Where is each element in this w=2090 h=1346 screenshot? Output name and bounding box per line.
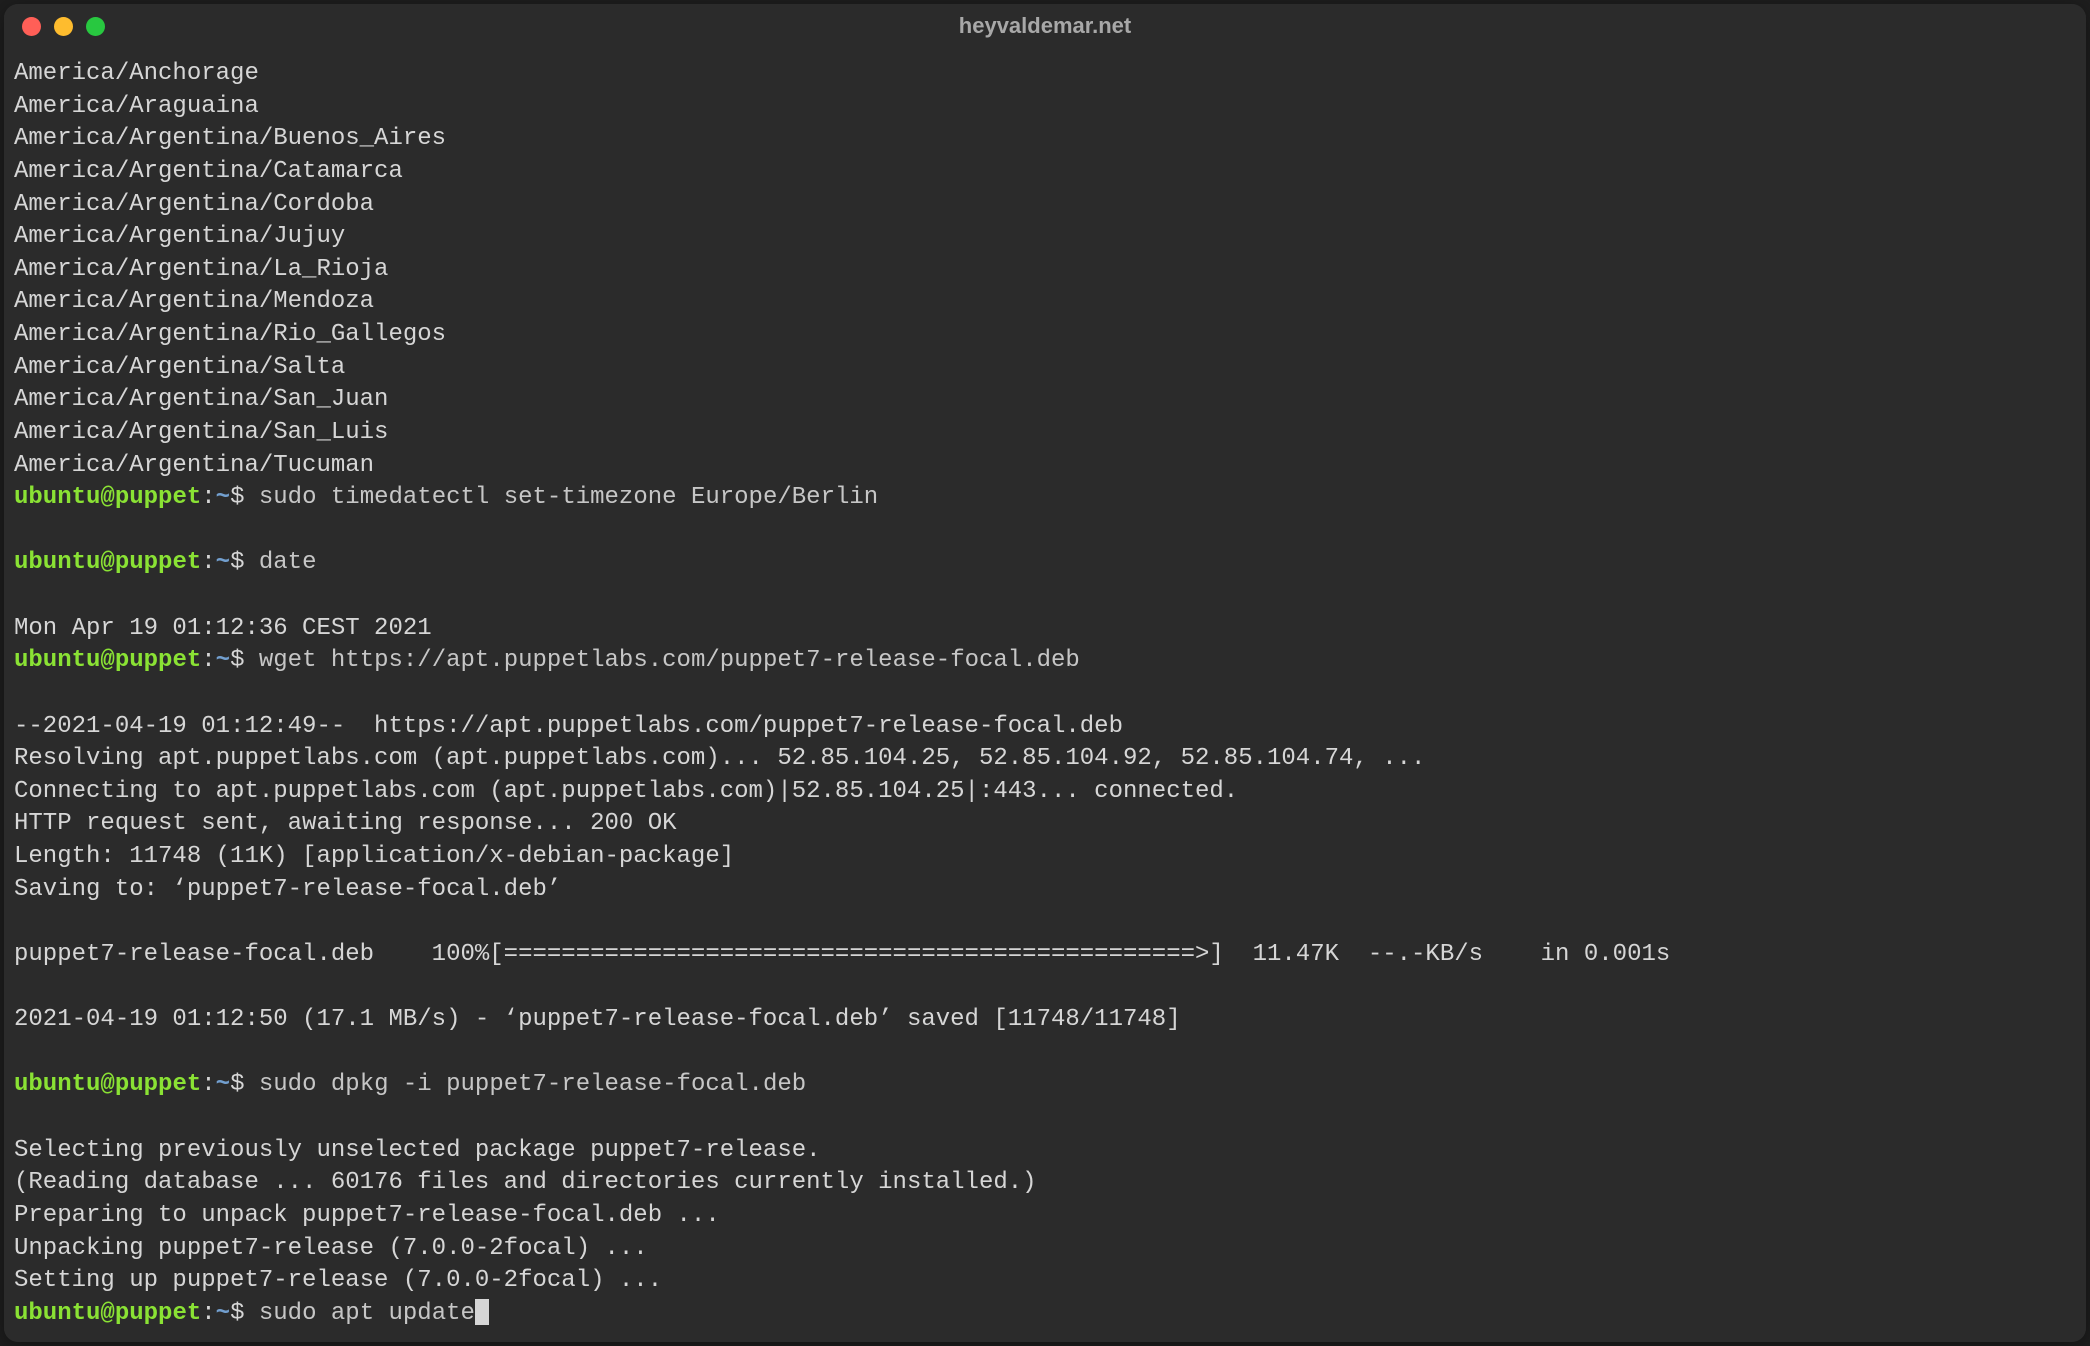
prompt-path: ~ (216, 484, 230, 511)
prompt-at: @ (100, 647, 114, 674)
traffic-lights (22, 17, 105, 36)
prompt-user: ubuntu (14, 549, 100, 576)
prompt-line-1: ubuntu@puppet:~$ sudo timedatectl set-ti… (14, 482, 2076, 515)
prompt-colon: : (201, 549, 215, 576)
prompt-colon: : (201, 1071, 215, 1098)
titlebar: heyvaldemar.net (4, 4, 2086, 48)
close-icon[interactable] (22, 17, 41, 36)
output-wget: --2021-04-19 01:12:49-- https://apt.pupp… (14, 713, 1670, 1034)
terminal-window: heyvaldemar.net America/Anchorage Americ… (4, 4, 2086, 1342)
prompt-path: ~ (216, 647, 230, 674)
prompt-at: @ (100, 484, 114, 511)
prompt-line-5: ubuntu@puppet:~$ sudo apt update (14, 1298, 2076, 1331)
prompt-host: puppet (115, 1071, 201, 1098)
prompt-dollar: $ (230, 1300, 259, 1327)
prompt-dollar: $ (230, 484, 259, 511)
prompt-dollar: $ (230, 549, 259, 576)
prompt-dollar: $ (230, 647, 259, 674)
prompt-colon: : (201, 484, 215, 511)
command-wget: wget https://apt.puppetlabs.com/puppet7-… (259, 647, 1080, 674)
window-title: heyvaldemar.net (22, 13, 2068, 39)
minimize-icon[interactable] (54, 17, 73, 36)
output-timezone-list: America/Anchorage America/Araguaina Amer… (14, 60, 446, 479)
command-set-timezone: sudo timedatectl set-timezone Europe/Ber… (259, 484, 878, 511)
prompt-line-4: ubuntu@puppet:~$ sudo dpkg -i puppet7-re… (14, 1069, 2076, 1102)
prompt-path: ~ (216, 1300, 230, 1327)
terminal-body[interactable]: America/Anchorage America/Araguaina Amer… (4, 48, 2086, 1342)
prompt-colon: : (201, 647, 215, 674)
cursor-icon (475, 1299, 489, 1325)
prompt-host: puppet (115, 549, 201, 576)
output-dpkg: Selecting previously unselected package … (14, 1137, 1037, 1295)
maximize-icon[interactable] (86, 17, 105, 36)
prompt-colon: : (201, 1300, 215, 1327)
prompt-user: ubuntu (14, 484, 100, 511)
prompt-dollar: $ (230, 1071, 259, 1098)
prompt-at: @ (100, 1071, 114, 1098)
command-date: date (259, 549, 317, 576)
prompt-user: ubuntu (14, 1300, 100, 1327)
prompt-line-3: ubuntu@puppet:~$ wget https://apt.puppet… (14, 645, 2076, 678)
prompt-at: @ (100, 549, 114, 576)
output-date: Mon Apr 19 01:12:36 CEST 2021 (14, 615, 432, 642)
command-dpkg: sudo dpkg -i puppet7-release-focal.deb (259, 1071, 806, 1098)
prompt-user: ubuntu (14, 1071, 100, 1098)
command-apt-update: sudo apt update (259, 1300, 475, 1327)
prompt-host: puppet (115, 1300, 201, 1327)
prompt-path: ~ (216, 549, 230, 576)
prompt-host: puppet (115, 647, 201, 674)
prompt-line-2: ubuntu@puppet:~$ date (14, 547, 2076, 580)
prompt-user: ubuntu (14, 647, 100, 674)
prompt-host: puppet (115, 484, 201, 511)
prompt-at: @ (100, 1300, 114, 1327)
prompt-path: ~ (216, 1071, 230, 1098)
